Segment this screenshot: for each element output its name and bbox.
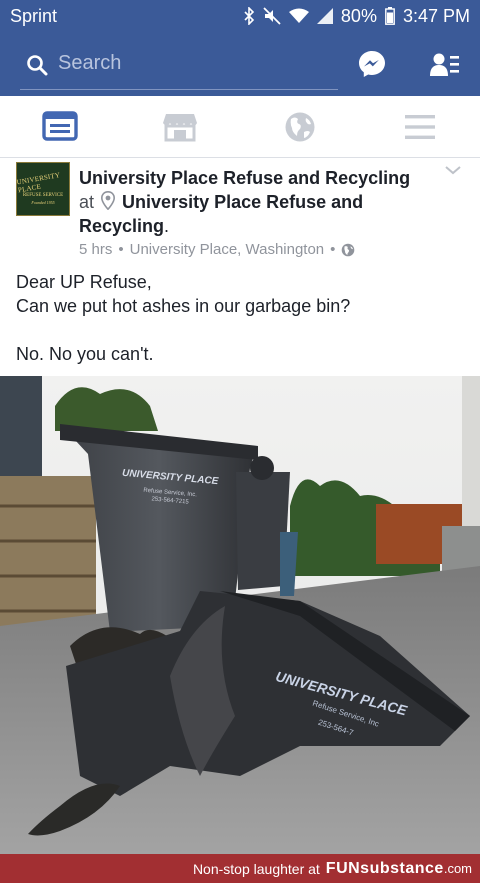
status-indicators: 80% 3:47 PM xyxy=(243,6,470,27)
post-meta: 5 hrs • University Place, Washington • xyxy=(79,241,355,258)
shop-icon[interactable] xyxy=(162,110,198,144)
footer-brand: FUNsubstance xyxy=(325,859,444,877)
post-text-line-1: Dear UP Refuse, xyxy=(16,272,152,292)
photo-stacked-bins xyxy=(0,376,42,476)
logo-line-1: UNIVERSITY PLACE xyxy=(16,170,61,194)
chevron-down-icon[interactable] xyxy=(444,162,462,178)
globe-icon[interactable] xyxy=(282,110,318,144)
search-icon xyxy=(27,55,48,76)
footer-domain: .com xyxy=(443,861,472,876)
carrier-label: Sprint xyxy=(10,5,58,26)
wifi-icon xyxy=(288,8,309,23)
location-suffix: . xyxy=(164,216,170,236)
page-avatar[interactable]: UNIVERSITY PLACE REFUSE SERVICE Founded … xyxy=(16,162,70,216)
footer-banner: Non-stop laughter at FUNsubstance .com xyxy=(0,854,480,883)
top-bar xyxy=(0,32,480,96)
hamburger-icon[interactable] xyxy=(402,110,438,144)
meta-separator: • xyxy=(118,241,124,258)
clock-label: 3:47 PM xyxy=(402,5,470,26)
post-place[interactable]: University Place, Washington xyxy=(130,241,325,258)
post-text: Dear UP Refuse, Can we put hot ashes in … xyxy=(16,270,456,366)
bluetooth-icon xyxy=(244,7,255,25)
post-header: University Place Refuse and Recycling at… xyxy=(79,166,439,238)
messenger-icon[interactable] xyxy=(358,50,386,78)
post-text-line-2: Can we put hot ashes in our garbage bin? xyxy=(16,296,351,316)
post-photo[interactable]: UNIVERSITY PLACE Refuse Service, Inc. 25… xyxy=(0,376,480,854)
battery-label: 80% xyxy=(340,5,377,26)
search-bar[interactable] xyxy=(20,38,338,90)
battery-icon xyxy=(385,7,395,25)
mute-icon xyxy=(263,7,281,25)
page-name-link[interactable]: University Place Refuse and Recycling xyxy=(79,168,410,188)
newsfeed-icon[interactable] xyxy=(42,110,78,144)
location-pin-icon xyxy=(101,191,116,210)
nav-tabs xyxy=(0,96,480,158)
meta-separator-2: • xyxy=(330,241,336,258)
at-label: at xyxy=(79,192,95,212)
search-input[interactable] xyxy=(20,38,338,90)
logo-line-3: Founded 1955 xyxy=(31,199,55,205)
post-text-line-4: No. No you can't. xyxy=(16,344,154,364)
status-bar: Sprint 80% 3:47 PM xyxy=(0,0,480,32)
globe-icon xyxy=(342,243,355,256)
logo-line-2: REFUSE SERVICE xyxy=(22,192,64,198)
location-link[interactable]: University Place Refuse and Recycling xyxy=(79,192,363,236)
post-time[interactable]: 5 hrs xyxy=(79,241,112,258)
footer-prefix: Non-stop laughter at xyxy=(192,860,320,877)
friend-requests-icon[interactable] xyxy=(430,52,460,78)
signal-icon xyxy=(316,8,333,24)
post-text-blank xyxy=(16,318,456,342)
